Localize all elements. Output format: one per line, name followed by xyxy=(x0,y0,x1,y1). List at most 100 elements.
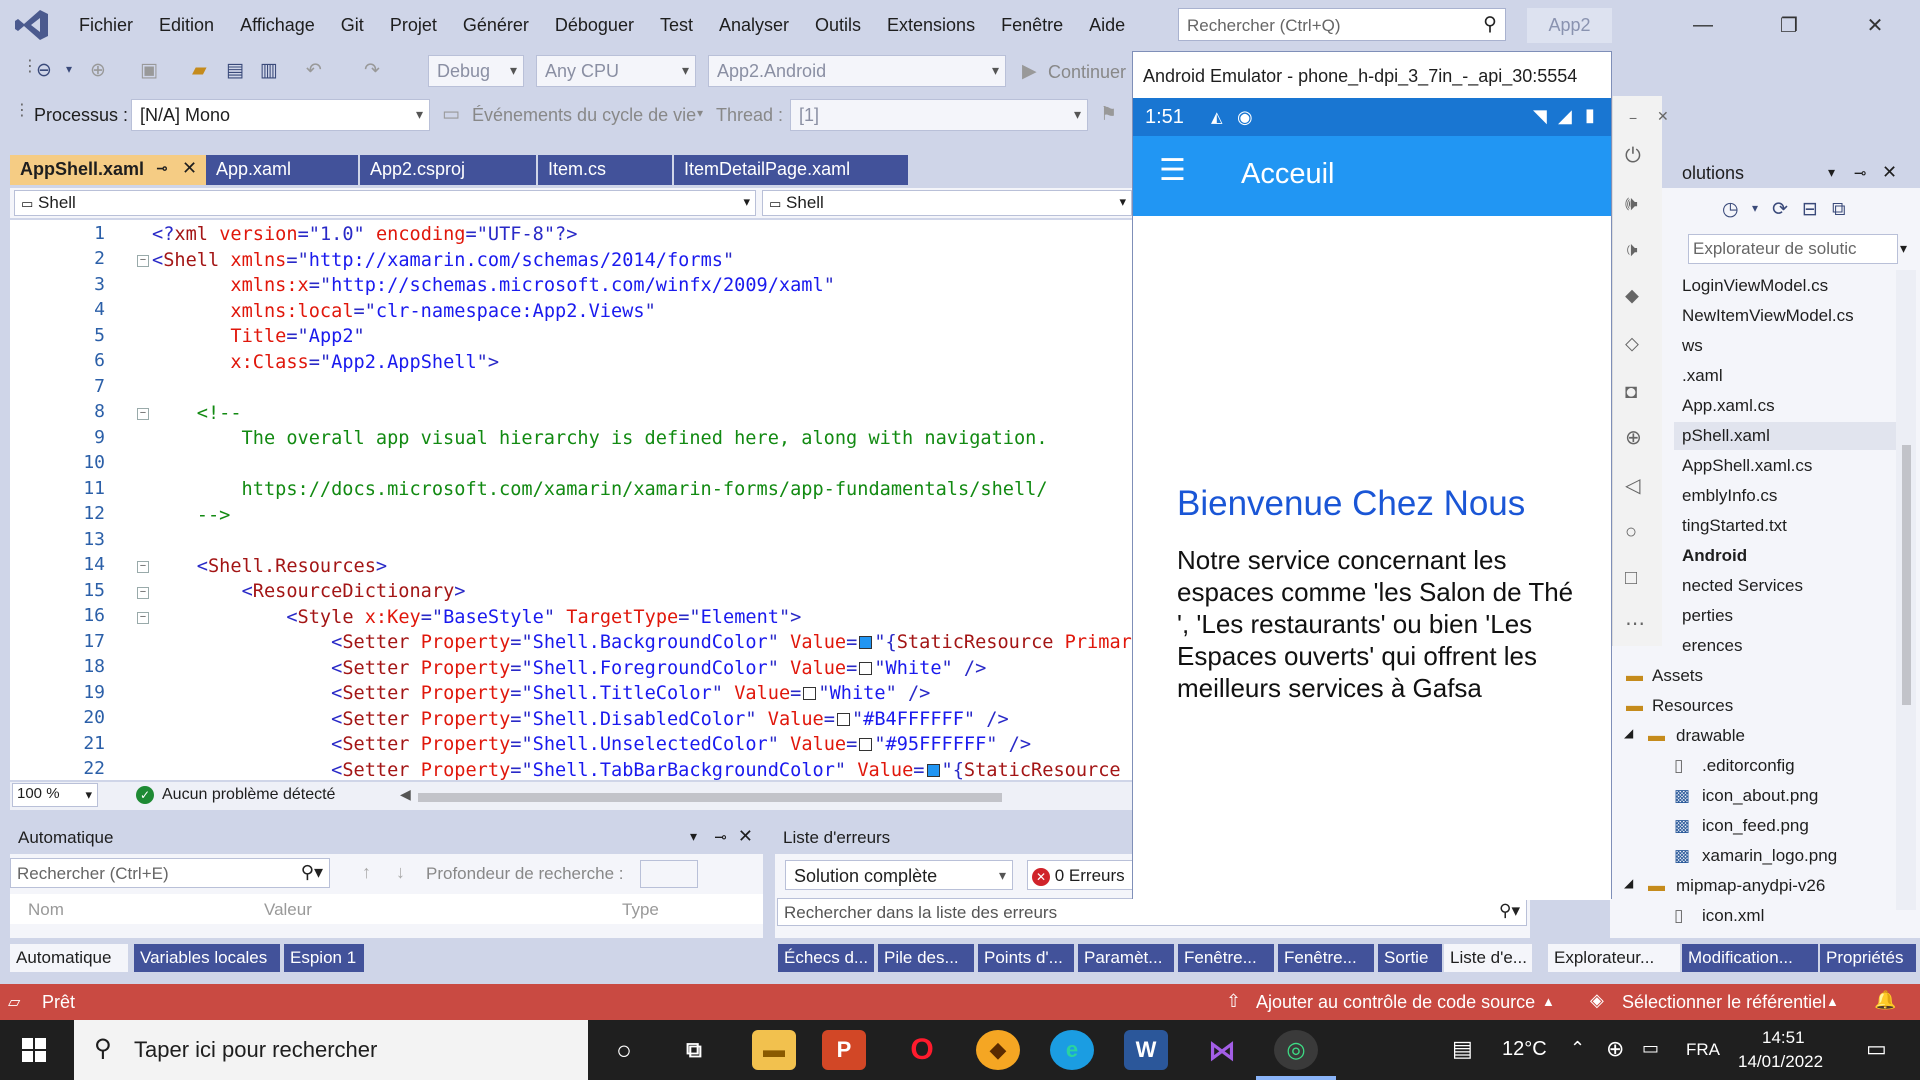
tree-item[interactable]: AppShell.xaml.cs xyxy=(1682,456,1812,476)
volume-down-icon[interactable]: 🕩 xyxy=(1625,240,1638,260)
chevron-down-icon[interactable]: ▾ xyxy=(66,63,72,75)
chevron-down-icon[interactable]: ▾ xyxy=(690,828,697,845)
tree-item[interactable]: pShell.xaml xyxy=(1682,426,1770,446)
back-icon[interactable]: ◁ xyxy=(1625,476,1640,496)
tab-app-xaml[interactable]: App.xaml xyxy=(206,155,358,185)
tab-error-list[interactable]: Liste d'e... xyxy=(1444,944,1532,972)
tree-item[interactable]: erences xyxy=(1682,636,1742,656)
add-source-control-button[interactable]: Ajouter au contrôle de code source xyxy=(1256,992,1535,1013)
visual-studio-logo-icon[interactable] xyxy=(14,8,50,42)
taskbar-search-input[interactable]: ⚲ Taper ici pour rechercher xyxy=(74,1020,588,1080)
configuration-select[interactable]: Debug xyxy=(428,55,524,87)
horizontal-scrollbar[interactable] xyxy=(418,793,1002,802)
show-all-files-icon[interactable]: ⧉ xyxy=(1832,200,1846,219)
tree-item[interactable]: NewItemViewModel.cs xyxy=(1682,306,1854,326)
tree-item[interactable]: icon_about.png xyxy=(1702,786,1818,806)
menu-build[interactable]: Générer xyxy=(450,0,542,51)
zoom-select[interactable]: 100 % xyxy=(12,783,98,807)
errors-filter-button[interactable]: ✕ 0 Erreurs xyxy=(1027,860,1137,890)
close-icon[interactable]: ✕ xyxy=(1882,162,1897,183)
tree-item[interactable]: nected Services xyxy=(1682,576,1803,596)
tab-breakpoints[interactable]: Points d'... xyxy=(978,944,1074,972)
minimize-icon[interactable]: − xyxy=(1629,110,1637,126)
redo-icon[interactable]: ↷ xyxy=(364,61,380,80)
hamburger-menu-icon[interactable]: ☰ xyxy=(1159,156,1186,186)
expand-icon[interactable]: ◢ xyxy=(1624,876,1633,890)
tab-app2-csproj[interactable]: App2.csproj xyxy=(360,155,536,185)
search-icon[interactable]: ▾ xyxy=(1900,240,1907,257)
flag-icon[interactable]: ⚑ xyxy=(1100,105,1117,124)
close-icon[interactable]: ✕ xyxy=(182,158,197,179)
network-icon[interactable]: ⊕ xyxy=(1606,1036,1624,1062)
minimize-icon[interactable]: — xyxy=(1660,14,1746,37)
visual-studio-taskbar-icon[interactable]: ⋈ xyxy=(1200,1030,1244,1070)
tab-appshell-xaml[interactable]: AppShell.xaml ⊸ ✕ xyxy=(10,155,206,185)
notification-bell-icon[interactable]: 🔔 xyxy=(1874,990,1896,1011)
tab-properties[interactable]: Propriétés xyxy=(1820,944,1916,972)
task-view-icon[interactable]: ⧉ xyxy=(672,1030,716,1070)
chevron-down-icon[interactable]: ▾ xyxy=(697,107,703,119)
scope-select-left[interactable]: ▭ Shell xyxy=(14,190,756,216)
pin-icon[interactable]: ⊸ xyxy=(714,828,727,846)
fold-toggle-icon[interactable]: − xyxy=(137,561,149,573)
menu-tools[interactable]: Outils xyxy=(802,0,874,51)
tab-solution-explorer[interactable]: Explorateur... xyxy=(1548,944,1680,972)
tree-item[interactable]: tingStarted.txt xyxy=(1682,516,1787,536)
tab-autos[interactable]: Automatique xyxy=(10,944,128,972)
menu-extensions[interactable]: Extensions xyxy=(874,0,988,51)
arrow-up-icon[interactable]: ↑ xyxy=(362,862,371,883)
scope-select-right[interactable]: ▭ Shell xyxy=(762,190,1132,216)
restore-icon[interactable]: ❐ xyxy=(1746,13,1832,38)
search-icon[interactable]: ⚲▾ xyxy=(1499,901,1520,921)
volume-up-icon[interactable]: 🕪 xyxy=(1625,194,1638,214)
menu-git[interactable]: Git xyxy=(328,0,377,51)
tab-call-stack[interactable]: Pile des... xyxy=(878,944,974,972)
column-type[interactable]: Type xyxy=(622,900,659,920)
menu-file[interactable]: Fichier xyxy=(66,0,146,51)
cortana-icon[interactable]: ○ xyxy=(602,1030,646,1070)
lifecycle-events-button[interactable]: Événements du cycle de vie xyxy=(472,105,696,126)
emulator-title[interactable]: Android Emulator - phone_h-dpi_3_7in_-_a… xyxy=(1133,52,1611,98)
chevron-down-icon[interactable]: ▾ xyxy=(1752,202,1758,214)
save-all-icon[interactable]: ▥ xyxy=(260,61,278,80)
vertical-scrollbar[interactable] xyxy=(1896,270,1916,910)
tree-item[interactable]: .editorconfig xyxy=(1702,756,1795,776)
tree-item-project[interactable]: Android xyxy=(1682,546,1747,566)
action-center-icon[interactable]: ▭ xyxy=(1866,1036,1887,1062)
search-depth-select[interactable] xyxy=(640,860,698,888)
error-search-input[interactable]: Rechercher dans la liste des erreurs ⚲▾ xyxy=(777,898,1527,926)
close-icon[interactable]: ✕ xyxy=(1832,13,1918,38)
tree-item[interactable]: ws xyxy=(1682,336,1703,356)
save-icon[interactable]: ▤ xyxy=(226,61,244,80)
tab-window-1[interactable]: Fenêtre... xyxy=(1178,944,1274,972)
sync-icon[interactable]: ⟳ xyxy=(1772,200,1788,219)
collapse-all-icon[interactable]: ⊟ xyxy=(1802,200,1818,219)
weather-icon[interactable]: ▤ xyxy=(1452,1036,1473,1062)
tree-item[interactable]: icon_feed.png xyxy=(1702,816,1809,836)
search-icon[interactable]: ⚲▾ xyxy=(301,862,323,883)
tab-locals[interactable]: Variables locales xyxy=(134,944,280,972)
home-icon[interactable]: ○ xyxy=(1625,522,1637,542)
battery-icon[interactable]: ▭ xyxy=(1642,1038,1659,1059)
tab-item-cs[interactable]: Item.cs xyxy=(538,155,672,185)
chevron-up-icon[interactable]: ⌃ xyxy=(1570,1038,1585,1059)
menu-edit[interactable]: Edition xyxy=(146,0,227,51)
tree-item[interactable]: drawable xyxy=(1676,726,1745,746)
more-icon[interactable]: ⋯ xyxy=(1625,614,1645,634)
process-select[interactable]: [N/A] Mono xyxy=(131,99,430,131)
back-icon[interactable]: ⊖ xyxy=(36,61,52,80)
platform-select[interactable]: Any CPU xyxy=(536,55,696,87)
word-icon[interactable]: W xyxy=(1124,1030,1168,1070)
menu-window[interactable]: Fenêtre xyxy=(988,0,1076,51)
solution-search-input[interactable]: Explorateur de solutic xyxy=(1688,234,1898,264)
menu-analyze[interactable]: Analyser xyxy=(706,0,802,51)
select-repository-button[interactable]: Sélectionner le référentiel xyxy=(1622,992,1826,1013)
play-icon[interactable]: ▶ xyxy=(1022,62,1037,81)
tree-item[interactable]: icon.xml xyxy=(1702,906,1764,926)
code-editor[interactable]: 1 2 3 4 5 6 7 8 9 10 11 12 13 14 15 16 1… xyxy=(10,220,1135,780)
clock-time[interactable]: 14:51 xyxy=(1762,1028,1805,1048)
overview-icon[interactable]: □ xyxy=(1625,568,1637,588)
fold-toggle-icon[interactable]: − xyxy=(137,612,149,624)
expand-icon[interactable]: ◢ xyxy=(1624,726,1633,740)
menu-test[interactable]: Test xyxy=(647,0,706,51)
